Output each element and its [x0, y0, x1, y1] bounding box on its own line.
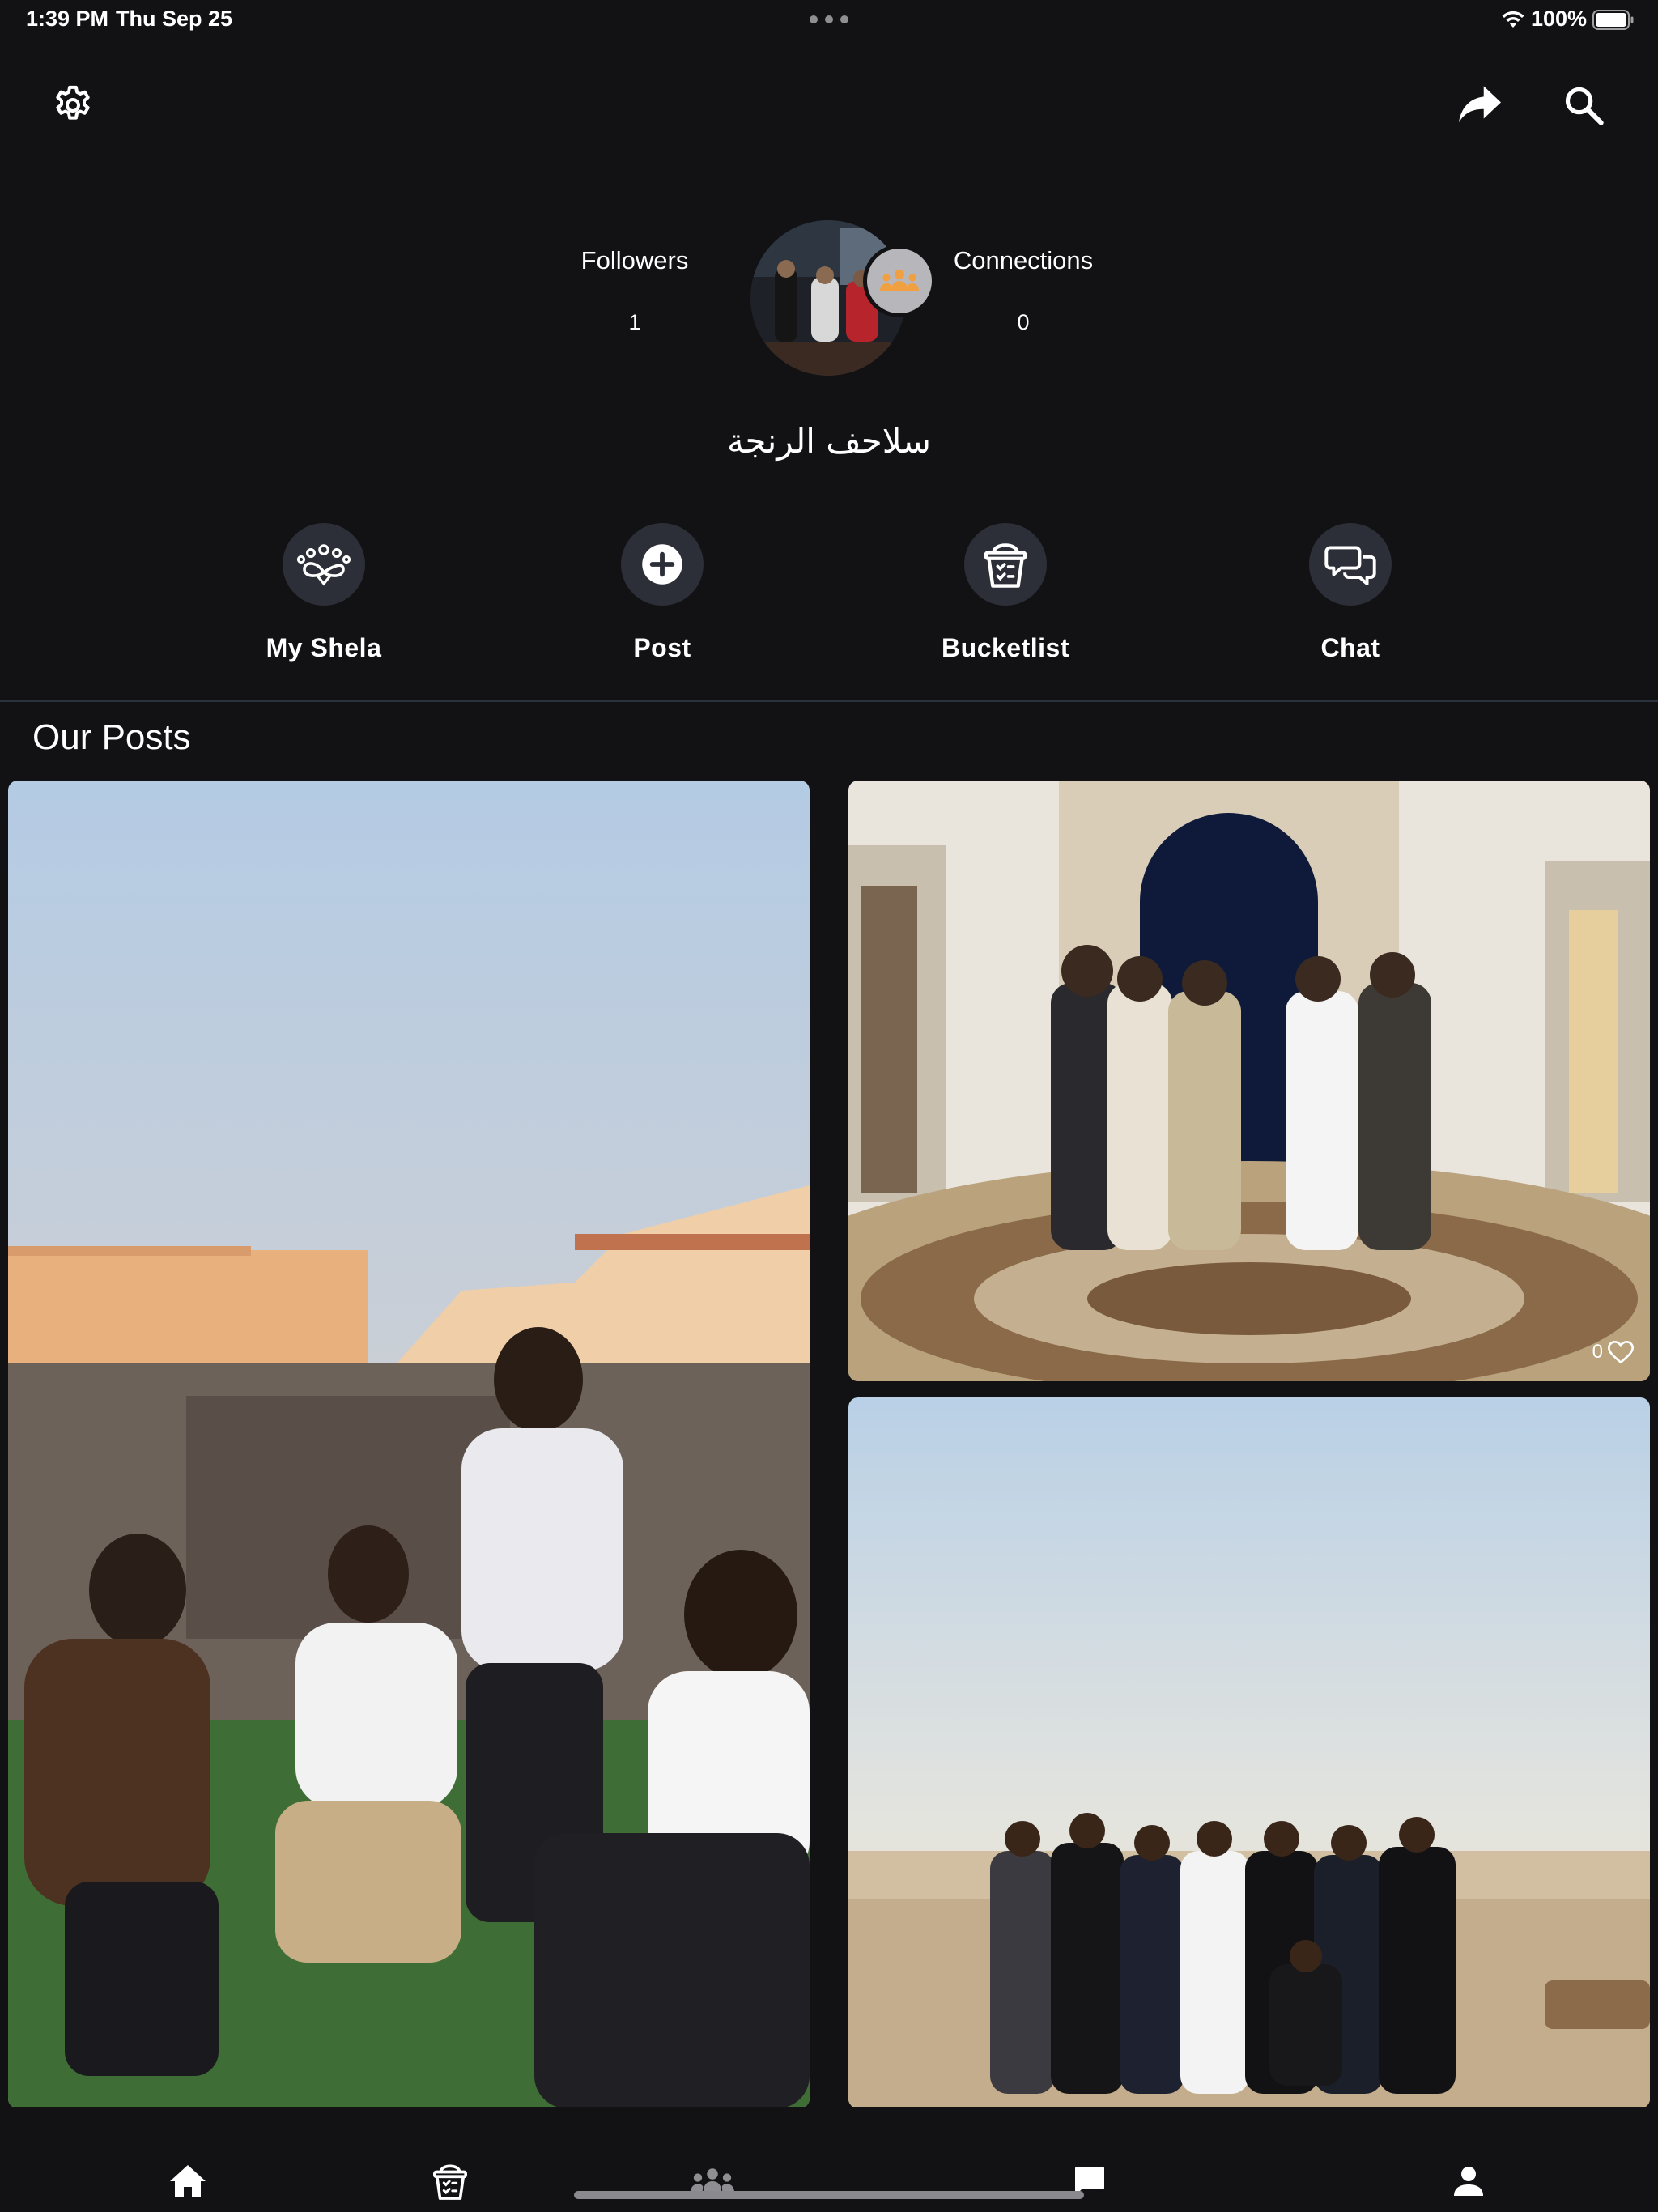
battery-icon [1592, 10, 1634, 30]
settings-button[interactable] [45, 78, 100, 133]
chat-button[interactable]: Chat [1245, 523, 1456, 669]
my-shela-label: My Shela [266, 633, 382, 662]
bucket-icon [433, 2164, 467, 2200]
nav-groups[interactable] [687, 2155, 738, 2207]
person-icon [1454, 2167, 1483, 2196]
post-button[interactable]: Post [557, 523, 767, 669]
avatar-badge [863, 245, 936, 317]
wifi-icon [1502, 11, 1524, 28]
post-photo [848, 781, 1650, 1381]
post-label: Post [633, 633, 691, 662]
nav-bucketlist[interactable] [424, 2155, 476, 2207]
followers-label[interactable]: Followers [529, 246, 740, 275]
profile-screen: 1:39 PM Thu Sep 25 100% Followers 1 Conn… [0, 0, 1658, 2212]
post-photo [8, 781, 810, 2108]
post-card[interactable]: 0 [848, 781, 1650, 1381]
status-time: 1:39 PM [26, 6, 109, 31]
post-card[interactable] [8, 781, 810, 2108]
post-card[interactable] [848, 1397, 1650, 2108]
group-icon [880, 270, 919, 291]
people-infinity-icon [296, 544, 351, 586]
section-divider [0, 700, 1658, 702]
multitasking-dots-icon[interactable] [810, 11, 848, 28]
section-title: Our Posts [32, 717, 191, 757]
nav-chat[interactable] [1064, 2155, 1116, 2207]
chat-bubbles-icon [1324, 546, 1376, 585]
nav-home[interactable] [162, 2155, 214, 2207]
gear-icon [56, 85, 90, 120]
bucketlist-button[interactable]: Bucketlist [900, 523, 1111, 669]
bucket-icon [984, 543, 1027, 588]
home-icon [170, 2165, 206, 2197]
status-bar: 1:39 PM Thu Sep 25 100% [0, 0, 1658, 39]
post-photo [848, 1397, 1650, 2108]
share-button[interactable] [1452, 78, 1507, 133]
chat-label: Chat [1320, 633, 1380, 662]
battery-percentage: 100% [1531, 6, 1588, 31]
heart-icon[interactable] [1608, 1341, 1634, 1363]
followers-count[interactable]: 1 [529, 310, 740, 335]
connections-count[interactable]: 0 [918, 310, 1129, 335]
like-count: 0 [1592, 1341, 1603, 1363]
post-likes[interactable]: 0 [1592, 1341, 1634, 1363]
my-shela-button[interactable]: My Shela [219, 523, 429, 669]
search-button[interactable] [1556, 78, 1611, 133]
plus-circle-icon [642, 544, 682, 585]
group-name: سلاحف الرنجة [727, 421, 931, 461]
bucketlist-label: Bucketlist [942, 633, 1069, 662]
search-icon [1565, 87, 1604, 125]
status-date: Thu Sep 25 [116, 6, 233, 31]
nav-profile[interactable] [1443, 2155, 1494, 2207]
share-arrow-icon [1459, 86, 1501, 123]
home-indicator[interactable] [574, 2191, 1084, 2199]
connections-label[interactable]: Connections [918, 246, 1129, 275]
